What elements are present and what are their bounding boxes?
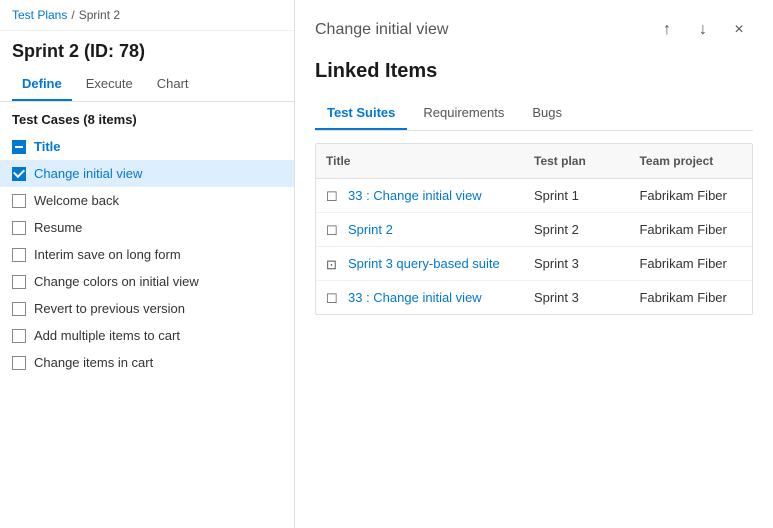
list-item-text-6: Revert to previous version [34, 301, 185, 316]
list-item-3[interactable]: Resume [0, 214, 294, 241]
cell-plan-1: Sprint 1 [524, 184, 629, 207]
navigate-down-button[interactable]: ↓ [689, 16, 717, 44]
left-tab-bar: Define Execute Chart [0, 68, 294, 102]
list-item-text-2: Welcome back [34, 193, 119, 208]
cell-title-2: Sprint 2 [316, 218, 524, 241]
checkbox-5[interactable] [12, 275, 26, 289]
checkbox-2[interactable] [12, 194, 26, 208]
breadcrumb-sprint2: Sprint 2 [79, 8, 120, 22]
cell-project-4: Fabrikam Fiber [629, 286, 752, 309]
cell-title-4: 33 : Change initial view [316, 286, 524, 309]
list-item-text-7: Add multiple items to cart [34, 328, 180, 343]
list-item-text-4: Interim save on long form [34, 247, 181, 262]
checkbox-1[interactable] [12, 167, 26, 181]
cell-title-1: 33 : Change initial view [316, 184, 524, 207]
list-item-2[interactable]: Welcome back [0, 187, 294, 214]
suite-icon-static-1 [326, 189, 342, 203]
list-item-text-3: Resume [34, 220, 82, 235]
list-item-1[interactable]: Change initial view [0, 160, 294, 187]
checkbox-7[interactable] [12, 329, 26, 343]
checkbox-header[interactable] [12, 140, 26, 154]
cell-plan-2: Sprint 2 [524, 218, 629, 241]
test-cases-list: Title Change initial view Welcome back R… [0, 133, 294, 528]
table-header-row: Title Test plan Team project [316, 144, 752, 179]
linked-items-table: Title Test plan Team project 33 : Change… [315, 143, 753, 315]
panel-title: Change initial view [315, 21, 448, 39]
list-item-8[interactable]: Change items in cart [0, 349, 294, 376]
col-header-team-project: Team project [629, 150, 752, 172]
checkbox-6[interactable] [12, 302, 26, 316]
tab-test-suites[interactable]: Test Suites [315, 97, 407, 130]
breadcrumb: Test Plans / Sprint 2 [0, 0, 294, 31]
table-row[interactable]: Sprint 3 query-based suite Sprint 3 Fabr… [316, 247, 752, 281]
cell-plan-3: Sprint 3 [524, 252, 629, 275]
checkbox-4[interactable] [12, 248, 26, 262]
cell-project-2: Fabrikam Fiber [629, 218, 752, 241]
sprint-title: Sprint 2 (ID: 78) [0, 31, 294, 68]
list-item-4[interactable]: Interim save on long form [0, 241, 294, 268]
cell-title-3: Sprint 3 query-based suite [316, 252, 524, 275]
close-button[interactable]: × [725, 16, 753, 44]
right-panel: Change initial view ↑ ↓ × Linked Items T… [295, 0, 773, 528]
suite-icon-static-2 [326, 223, 342, 237]
cell-project-3: Fabrikam Fiber [629, 252, 752, 275]
tab-requirements[interactable]: Requirements [411, 97, 516, 130]
checkbox-3[interactable] [12, 221, 26, 235]
checkbox-8[interactable] [12, 356, 26, 370]
list-item-text-1: Change initial view [34, 166, 142, 181]
list-item-text-5: Change colors on initial view [34, 274, 199, 289]
right-tab-bar: Test Suites Requirements Bugs [315, 97, 753, 131]
tab-bugs[interactable]: Bugs [520, 97, 574, 130]
col-header-title: Title [316, 150, 524, 172]
col-header-test-plan: Test plan [524, 150, 629, 172]
list-item-6[interactable]: Revert to previous version [0, 295, 294, 322]
tab-chart[interactable]: Chart [147, 68, 199, 101]
list-item-5[interactable]: Change colors on initial view [0, 268, 294, 295]
cell-plan-4: Sprint 3 [524, 286, 629, 309]
list-item-header: Title [0, 133, 294, 160]
suite-icon-query-3 [326, 257, 342, 271]
tab-execute[interactable]: Execute [76, 68, 143, 101]
breadcrumb-test-plans[interactable]: Test Plans [12, 8, 67, 22]
tab-define[interactable]: Define [12, 68, 72, 101]
test-cases-header: Test Cases (8 items) [0, 102, 294, 133]
table-row[interactable]: 33 : Change initial view Sprint 1 Fabrik… [316, 179, 752, 213]
list-item-text-8: Change items in cart [34, 355, 153, 370]
table-row[interactable]: 33 : Change initial view Sprint 3 Fabrik… [316, 281, 752, 314]
cell-project-1: Fabrikam Fiber [629, 184, 752, 207]
breadcrumb-separator: / [71, 8, 74, 22]
panel-header: Change initial view ↑ ↓ × [315, 16, 753, 44]
list-item-7[interactable]: Add multiple items to cart [0, 322, 294, 349]
navigate-up-button[interactable]: ↑ [653, 16, 681, 44]
left-panel: Test Plans / Sprint 2 Sprint 2 (ID: 78) … [0, 0, 295, 528]
panel-actions: ↑ ↓ × [653, 16, 753, 44]
table-row[interactable]: Sprint 2 Sprint 2 Fabrikam Fiber [316, 213, 752, 247]
suite-icon-static-4 [326, 291, 342, 305]
linked-items-title: Linked Items [315, 60, 753, 83]
list-item-header-text: Title [34, 139, 61, 154]
